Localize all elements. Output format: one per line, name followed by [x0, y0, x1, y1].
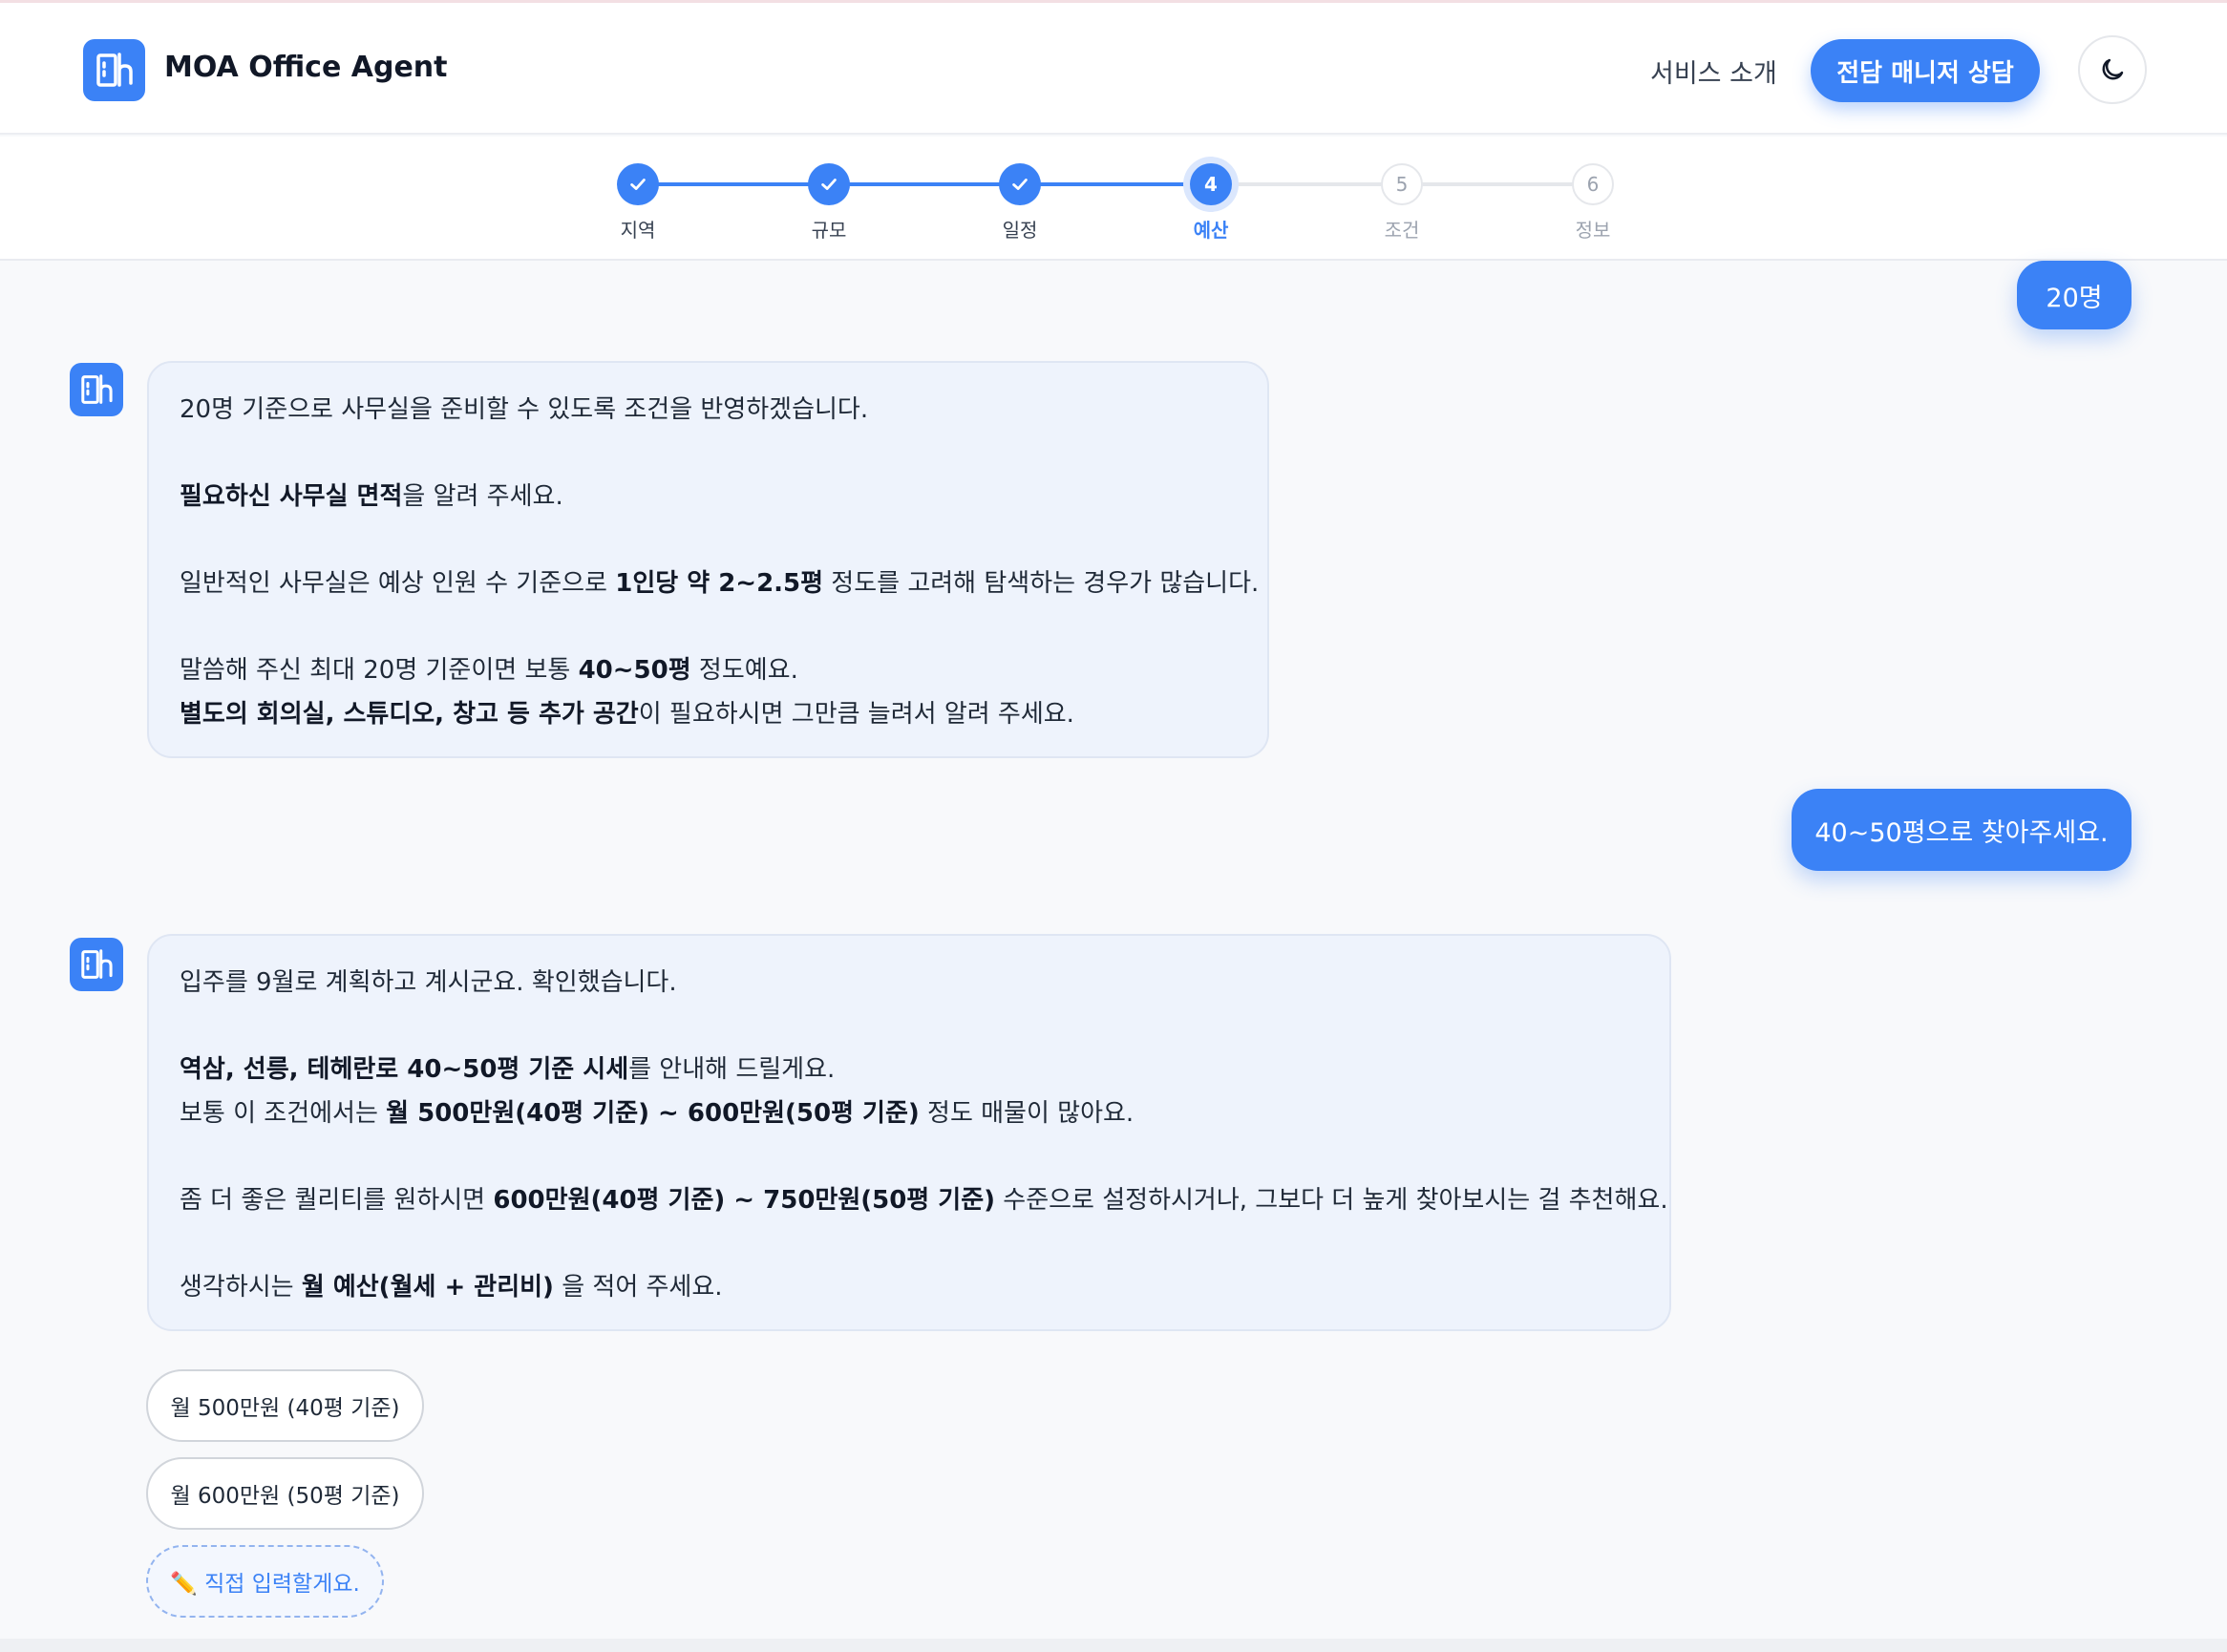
brand-name: MOA Office Agent [164, 51, 448, 84]
check-icon [821, 179, 837, 190]
step-1-check[interactable] [617, 163, 659, 205]
moon-icon [2102, 58, 2124, 80]
bot-message-area-guide: 20명 기준으로 사무실을 준비할 수 있도록 조건을 반영하겠습니다. 필요하… [147, 361, 1269, 758]
bot-message-budget-guide: 입주를 9월로 계획하고 계시군요. 확인했습니다. 역삼, 선릉, 테헤란로 … [147, 934, 1671, 1331]
step-label-size: 규모 [811, 219, 847, 242]
quick-reply-600[interactable]: 월 600만원 (50평 기준) [146, 1457, 424, 1530]
step-label-conditions: 조건 [1384, 219, 1420, 242]
step-connector [638, 182, 829, 186]
message-line: 일반적인 사무실은 예상 인원 수 기준으로 1인당 약 2~2.5평 정도를 … [180, 569, 1260, 598]
step-connector [1020, 182, 1211, 186]
bot-avatar [70, 363, 123, 416]
app-logo[interactable] [83, 39, 145, 101]
message-line: 말씀해 주신 최대 20명 기준이면 보통 40~50평 정도예요. [180, 656, 798, 685]
step-connector [1211, 182, 1402, 186]
building-icon [81, 374, 113, 404]
step-6-number[interactable]: 6 [1572, 163, 1614, 205]
building-icon [81, 949, 113, 979]
step-label-region: 지역 [620, 219, 656, 242]
message-line: 생각하시는 월 예산(월세 + 관리비) 을 적어 주세요. [180, 1273, 723, 1302]
message-line: 별도의 회의실, 스튜디오, 창고 등 추가 공간이 필요하시면 그만큼 늘려서… [180, 700, 1074, 729]
theme-toggle-button[interactable] [2078, 35, 2147, 104]
step-4-number[interactable]: 4 [1190, 163, 1232, 205]
message-line: 보통 이 조건에서는 월 500만원(40평 기준) ~ 600만원(50평 기… [180, 1099, 1135, 1128]
step-2-check[interactable] [808, 163, 850, 205]
service-intro-link[interactable]: 서비스 소개 [1650, 53, 1777, 90]
step-connector [1402, 182, 1593, 186]
step-connector [829, 182, 1020, 186]
step-label-info: 정보 [1575, 219, 1611, 242]
user-message-headcount: 20명 [2017, 261, 2132, 329]
step-3-check[interactable] [999, 163, 1041, 205]
check-icon [630, 179, 646, 190]
check-icon [1012, 179, 1028, 190]
step-label-schedule: 일정 [1002, 219, 1038, 242]
user-message-area: 40~50평으로 찾아주세요. [1792, 789, 2132, 871]
bot-avatar [70, 938, 123, 991]
progress-stepper: 4 5 6 지역 규모 일정 예산 조건 정보 [0, 137, 2227, 261]
message-line: 필요하신 사무실 면적을 알려 주세요. [180, 482, 563, 511]
quick-reply-500[interactable]: 월 500만원 (40평 기준) [146, 1369, 424, 1442]
message-line: 입주를 9월로 계획하고 계시군요. 확인했습니다. [180, 968, 677, 997]
step-label-budget: 예산 [1193, 219, 1229, 242]
message-line: 좀 더 좋은 퀄리티를 원하시면 600만원(40평 기준) ~ 750만원(5… [180, 1186, 1668, 1215]
app-header: MOA Office Agent 서비스 소개 전담 매니저 상담 [0, 3, 2227, 135]
bottom-edge [0, 1639, 2227, 1652]
building-icon [96, 53, 133, 87]
step-5-number[interactable]: 5 [1381, 163, 1423, 205]
direct-input-button[interactable]: ✏️ 직접 입력할게요. [146, 1545, 384, 1618]
manager-consult-button[interactable]: 전담 매니저 상담 [1811, 39, 2040, 102]
message-line: 역삼, 선릉, 테헤란로 40~50평 기준 시세를 안내해 드릴게요. [180, 1055, 836, 1084]
message-line: 20명 기준으로 사무실을 준비할 수 있도록 조건을 반영하겠습니다. [180, 395, 869, 424]
